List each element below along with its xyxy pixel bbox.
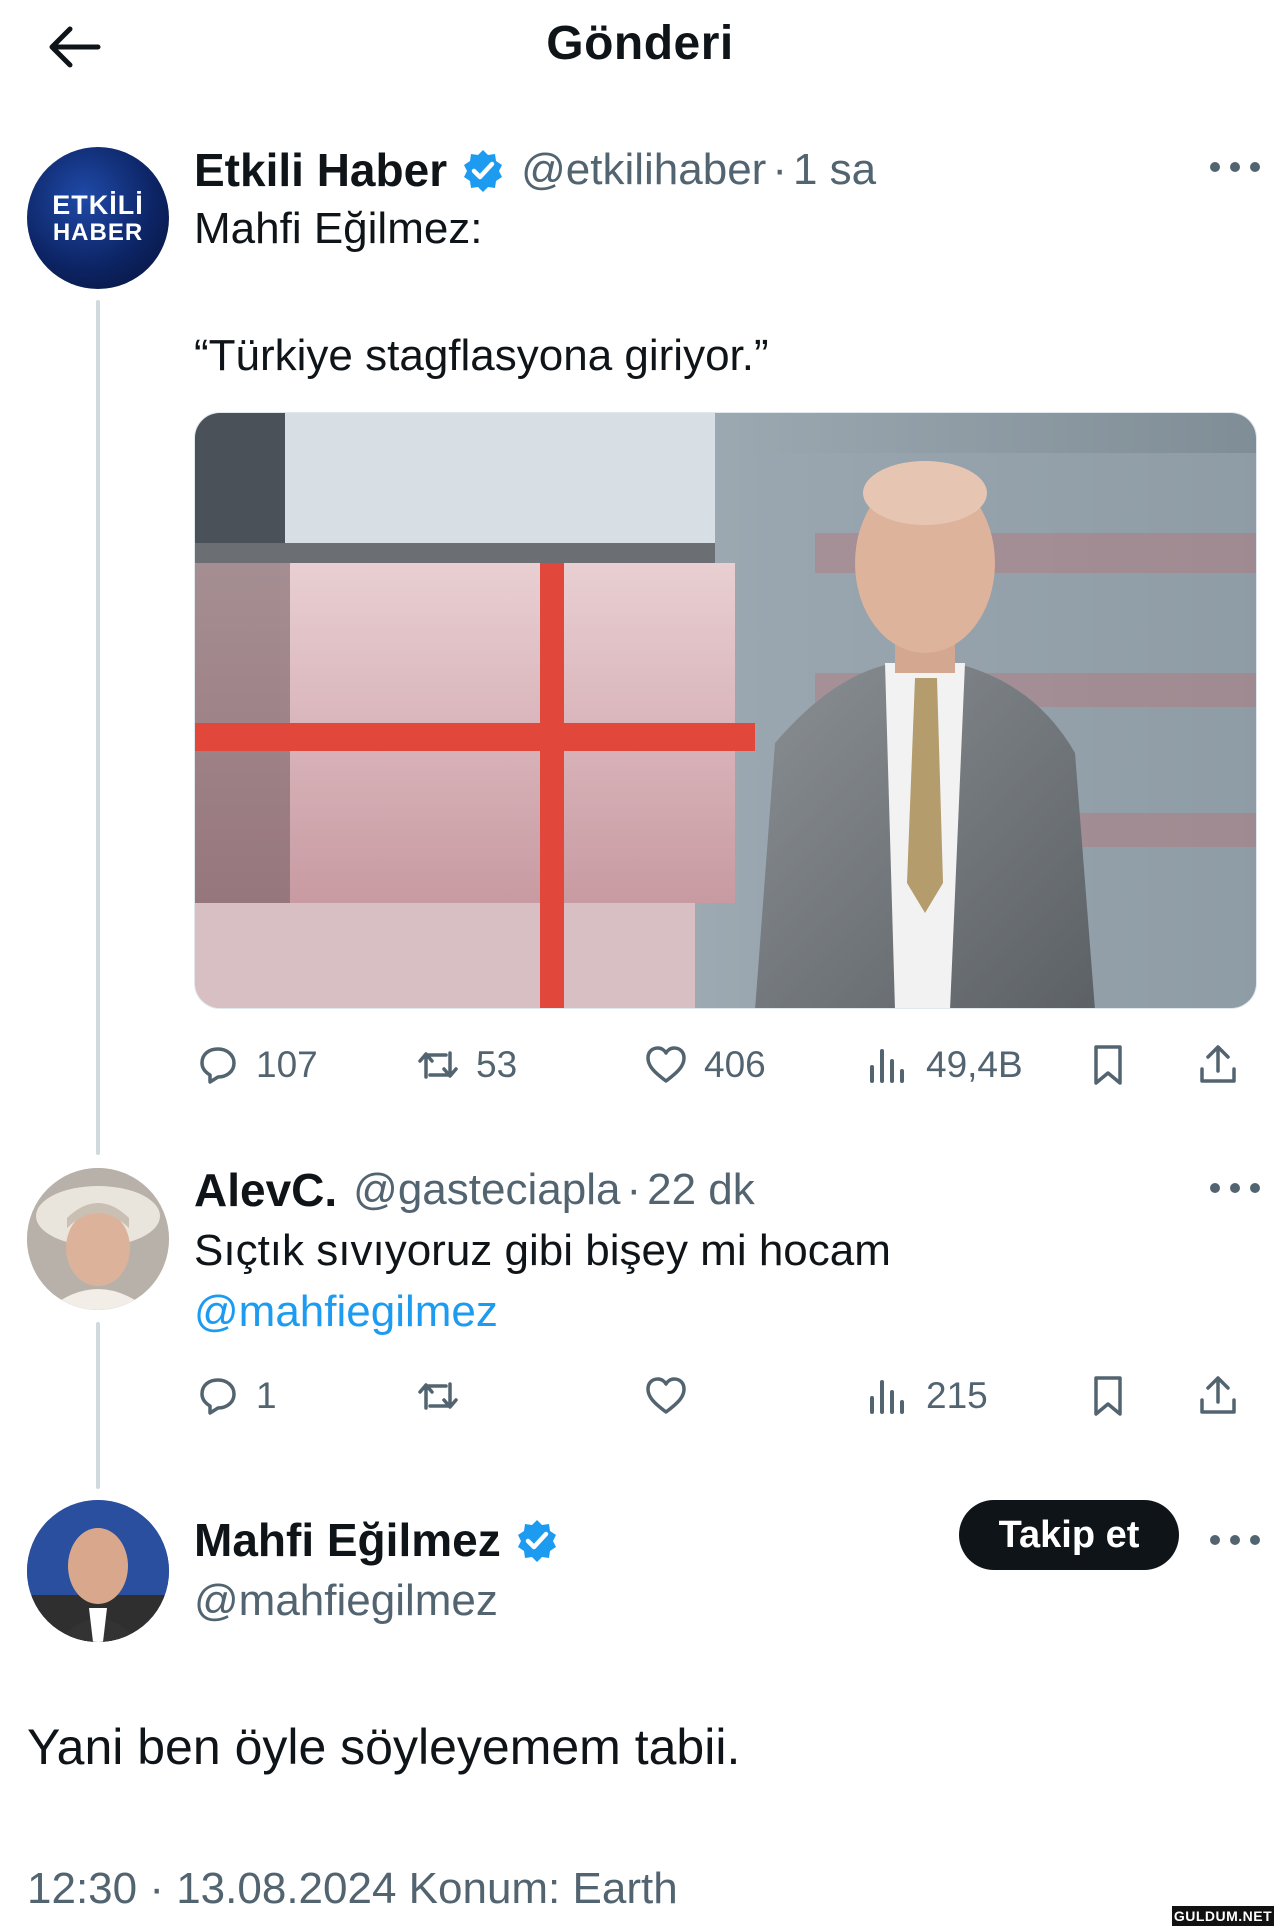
avatar-logo-text: ETKİLİ — [52, 190, 144, 221]
page-title: Gönderi — [546, 17, 734, 70]
avatar-alevc[interactable] — [27, 1168, 169, 1310]
verified-badge-icon — [517, 1520, 556, 1562]
avatar-etkili-haber[interactable]: ETKİLİ HABER — [27, 147, 169, 289]
bookmark-icon — [1094, 1376, 1122, 1416]
handle[interactable]: @etkilihaber — [521, 145, 766, 195]
analytics-icon — [870, 1380, 904, 1414]
share-button[interactable] — [1194, 1035, 1242, 1095]
like-button[interactable]: 406 — [642, 1035, 766, 1095]
tweet-actions: 1 215 — [194, 1366, 1264, 1426]
profile-photo — [27, 1168, 169, 1310]
retweet-count: 53 — [476, 1044, 518, 1085]
profile-photo — [27, 1500, 169, 1642]
share-button[interactable] — [1194, 1366, 1242, 1426]
tweet-text: Sıçtık sıvıyoruz gibi bişey mi hocam — [194, 1226, 891, 1275]
reply-button[interactable]: 107 — [194, 1035, 318, 1095]
mention-link[interactable]: @mahfiegilmez — [194, 1286, 498, 1339]
share-icon — [1200, 1376, 1236, 1414]
reply-icon — [200, 1047, 236, 1084]
thread-line — [96, 1322, 100, 1489]
reply-icon — [200, 1378, 236, 1415]
more-dots-icon — [1210, 162, 1260, 172]
more-options-button[interactable] — [1207, 157, 1263, 177]
like-count: 406 — [704, 1044, 766, 1085]
bookmark-icon — [1094, 1045, 1122, 1085]
watermark: GULDUM.NET — [1172, 1906, 1274, 1926]
more-dots-icon — [1210, 1183, 1260, 1193]
analytics-icon — [870, 1049, 904, 1083]
tweet-text: “Türkiye stagflasyona giriyor.” — [194, 331, 769, 380]
reply-button[interactable]: 1 — [194, 1366, 277, 1426]
retweet-icon — [418, 1382, 458, 1410]
more-options-button[interactable] — [1207, 1530, 1263, 1550]
handle[interactable]: @gasteciapla — [353, 1165, 620, 1215]
timestamp[interactable]: 22 dk — [647, 1165, 755, 1215]
retweet-button[interactable] — [414, 1366, 462, 1426]
top-bar: Gönderi — [0, 0, 1280, 92]
tweet-header: Mahfi Eğilmez — [194, 1510, 559, 1570]
tweet-image[interactable] — [194, 412, 1257, 1009]
main-tweet-text: Yani ben öyle söyleyemem tabii. — [27, 1719, 741, 1775]
heart-icon — [646, 1046, 686, 1083]
more-dots-icon — [1210, 1535, 1260, 1545]
retweet-button[interactable]: 53 — [414, 1035, 517, 1095]
verified-badge-icon — [464, 150, 503, 192]
tweet-meta: 12:30 · 13.08.2024 Konum: Earth — [27, 1864, 678, 1913]
bookmark-button[interactable] — [1084, 1366, 1132, 1426]
view-count: 49,4B — [926, 1044, 1023, 1085]
bookmark-button[interactable] — [1084, 1035, 1132, 1095]
photo-man-with-banknotes — [195, 413, 1256, 1008]
views-button[interactable]: 215 — [864, 1366, 988, 1426]
like-button[interactable] — [642, 1366, 690, 1426]
tweet-actions: 107 53 406 49,4B — [194, 1035, 1264, 1095]
display-name[interactable]: Mahfi Eğilmez — [194, 1513, 501, 1567]
timestamp[interactable]: 1 sa — [793, 145, 876, 195]
retweet-icon — [418, 1051, 458, 1079]
follow-button[interactable]: Takip et — [959, 1500, 1179, 1570]
display-name[interactable]: AlevC. — [194, 1163, 337, 1217]
views-button[interactable]: 49,4B — [864, 1035, 1023, 1095]
reply-count: 107 — [256, 1044, 318, 1085]
share-icon — [1200, 1045, 1236, 1083]
handle[interactable]: @mahfiegilmez — [194, 1575, 498, 1628]
view-count: 215 — [926, 1375, 988, 1416]
heart-icon — [646, 1377, 686, 1414]
avatar-logo-text: HABER — [52, 218, 144, 246]
separator: · — [772, 145, 787, 194]
separator: · — [626, 1165, 642, 1214]
tweet-header: AlevC. @gasteciapla · 22 dk — [194, 1160, 755, 1220]
more-options-button[interactable] — [1207, 1178, 1263, 1198]
tweet-text: Mahfi Eğilmez: — [194, 204, 483, 253]
display-name[interactable]: Etkili Haber — [194, 143, 447, 197]
tweet-header: Etkili Haber @etkilihaber · 1 sa — [194, 140, 876, 200]
reply-count: 1 — [256, 1375, 277, 1416]
avatar-mahfi-egilmez[interactable] — [27, 1500, 169, 1642]
thread-line — [96, 300, 100, 1155]
